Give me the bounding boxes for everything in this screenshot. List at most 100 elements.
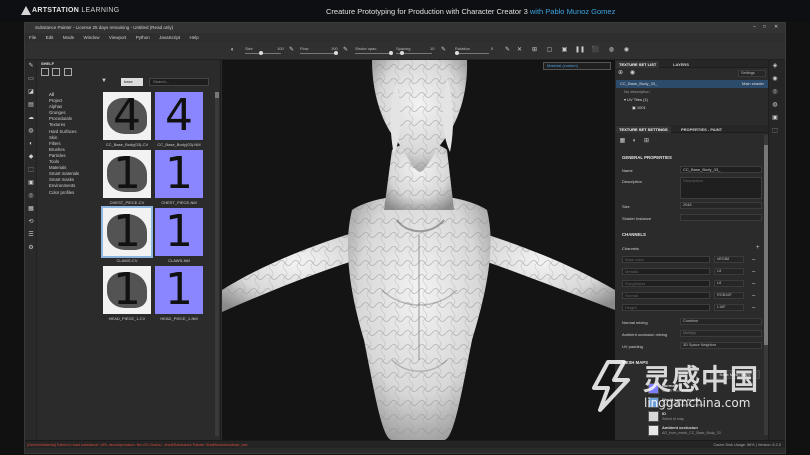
uv-tile-item[interactable]: ▣ 1001 <box>632 104 646 112</box>
shelf-thumbnail[interactable]: 4 <box>155 92 203 140</box>
name-field[interactable]: CC_Base_Body_33_ <box>680 166 762 173</box>
shelf-thumbnail[interactable]: 1 <box>155 208 203 256</box>
bake-side-icon[interactable]: ⬚ <box>769 125 781 138</box>
close-icon[interactable]: ✕ <box>774 24 778 30</box>
brush-settings-icon[interactable]: ◐ <box>228 46 237 55</box>
import-icon[interactable] <box>63 68 72 76</box>
render-icon[interactable]: ▣ <box>560 46 569 55</box>
remove-channel-icon[interactable]: – <box>752 269 755 275</box>
maximize-icon[interactable]: □ <box>763 24 766 30</box>
remove-channel-icon[interactable]: – <box>752 281 755 287</box>
uv-icon[interactable]: ⊕ <box>616 69 625 78</box>
menu-python[interactable]: Python <box>132 33 154 42</box>
shelf-thumbnail[interactable]: 1 <box>155 266 203 314</box>
spacing-pressure-icon[interactable]: ✎ <box>439 46 448 55</box>
material-icon[interactable]: ▦ <box>618 137 627 146</box>
camera-icon[interactable]: ▢ <box>545 46 554 55</box>
display-settings-side-icon[interactable]: ◍ <box>769 99 781 112</box>
tab-properties-paint[interactable]: PROPERTIES - PAINT <box>678 126 725 133</box>
menu-javascript[interactable]: JavaScript <box>155 33 184 42</box>
shelf-category-item[interactable]: Color profiles <box>37 190 97 196</box>
ao-mixing-dropdown[interactable]: Multiply <box>680 330 762 337</box>
shelf-thumbnail[interactable]: 1 <box>101 206 153 258</box>
channel-format-dropdown[interactable]: L8 <box>714 280 744 287</box>
spacing-slider-knob[interactable] <box>400 51 404 55</box>
menu-help[interactable]: Help <box>186 33 203 42</box>
lazy-mouse-icon[interactable]: ⊞ <box>530 46 539 55</box>
plugin-icon[interactable]: ⚙ <box>25 242 37 255</box>
visibility-icon[interactable]: ◉ <box>628 69 637 78</box>
sphere-icon[interactable]: ◐ <box>630 137 639 146</box>
pencil-icon[interactable]: ✎ <box>25 60 37 73</box>
render-icon[interactable]: ◎ <box>25 190 37 203</box>
uv-padding-dropdown[interactable]: 3D Space Neighbor <box>680 342 762 349</box>
grid-icon[interactable]: ⊞ <box>642 137 651 146</box>
menu-viewport[interactable]: Viewport <box>105 33 130 42</box>
new-resource-icon[interactable] <box>41 68 49 76</box>
screenshot-icon[interactable]: ⬛ <box>591 46 600 55</box>
texture-icon[interactable]: ▦ <box>25 203 37 216</box>
shader-settings-icon[interactable]: ▣ <box>769 112 781 125</box>
fx-icon[interactable]: ◈ <box>769 60 781 73</box>
size-slider[interactable] <box>245 51 281 55</box>
shelf-search-input[interactable]: Search... <box>149 78 209 86</box>
picker-icon[interactable]: ◐ <box>25 138 37 151</box>
selection-icon[interactable]: ⬚ <box>25 164 37 177</box>
filter-icon[interactable]: ▼ <box>101 78 107 84</box>
channel-name-field[interactable]: Metallic <box>622 268 710 275</box>
remove-channel-icon[interactable]: – <box>752 293 755 299</box>
description-field[interactable]: Description <box>680 177 762 199</box>
remove-channel-icon[interactable]: – <box>752 257 755 263</box>
shader-instance-dropdown[interactable] <box>680 214 762 221</box>
channel-name-field[interactable]: Base color <box>622 256 710 263</box>
spacing-slider[interactable] <box>396 51 432 55</box>
clone-icon[interactable]: ◍ <box>25 125 37 138</box>
shelf-thumbnail[interactable]: 1 <box>103 266 151 314</box>
channel-format-dropdown[interactable]: sRGB8 <box>714 256 744 263</box>
viewport-mode-select[interactable]: Material (custom) <box>543 62 611 70</box>
channel-name-field[interactable]: Height <box>622 304 710 311</box>
shelf-thumbnail[interactable]: 1 <box>155 150 203 198</box>
tab-texture-set-settings[interactable]: TEXTURE SET SETTINGS <box>616 126 671 133</box>
shelf-scroll-handle[interactable] <box>215 92 219 98</box>
stroke-opacity-knob[interactable] <box>389 51 393 55</box>
channel-format-dropdown[interactable]: RGB16F <box>714 292 744 299</box>
menu-file[interactable]: File <box>25 33 40 42</box>
remove-channel-icon[interactable]: – <box>752 305 755 311</box>
smudge-icon[interactable]: ☁ <box>25 112 37 125</box>
channel-format-dropdown[interactable]: L16F <box>714 304 744 311</box>
symmetry-icon[interactable]: ✕ <box>515 46 524 55</box>
add-channel-icon[interactable]: + <box>756 245 760 251</box>
normal-mixing-dropdown[interactable]: Combine <box>680 318 762 325</box>
history-icon[interactable]: ⟲ <box>25 216 37 229</box>
new-folder-icon[interactable] <box>52 68 61 76</box>
geometry-fill-icon[interactable]: ▤ <box>25 99 37 112</box>
channel-name-field[interactable]: Normal <box>622 292 710 299</box>
brush-preset-icon[interactable]: ◉ <box>769 73 781 86</box>
angle-slider-knob[interactable] <box>455 51 459 55</box>
tab-layers[interactable]: LAYERS <box>670 61 692 68</box>
filter-chip[interactable]: base <box>121 78 143 86</box>
menu-window[interactable]: Window <box>79 33 103 42</box>
uv-tiles-row[interactable]: ▾ UV Tiles (1) <box>624 96 648 104</box>
display-settings-icon[interactable]: ◉ <box>622 46 631 55</box>
shelf-thumbnail[interactable]: 1 <box>103 150 151 198</box>
eraser-icon[interactable]: ▭ <box>25 73 37 86</box>
angle-pressure-icon[interactable]: ✎ <box>503 46 512 55</box>
shelf-thumbnail[interactable]: 4 <box>103 92 151 140</box>
bake-icon[interactable]: ◆ <box>25 151 37 164</box>
settings-dropdown[interactable]: Settings <box>738 70 766 77</box>
pen-pressure-icon[interactable]: ✎ <box>287 46 296 55</box>
texture-set-item[interactable]: CC_Base_Body_33_ Main shader <box>616 80 768 88</box>
tab-texture-set-list[interactable]: TEXTURE SET LIST <box>616 61 660 68</box>
angle-slider[interactable] <box>455 51 489 55</box>
size-slider-knob[interactable] <box>259 51 263 55</box>
projection-icon[interactable]: ◪ <box>25 86 37 99</box>
channel-name-field[interactable]: Roughness <box>622 280 710 287</box>
flow-slider-knob[interactable] <box>334 51 338 55</box>
shelf-scrollbar[interactable] <box>215 92 219 436</box>
minimize-icon[interactable]: – <box>753 24 756 30</box>
menu-edit[interactable]: Edit <box>42 33 58 42</box>
log-icon[interactable]: ☰ <box>25 229 37 242</box>
size-dropdown[interactable]: 2048 <box>680 202 762 209</box>
